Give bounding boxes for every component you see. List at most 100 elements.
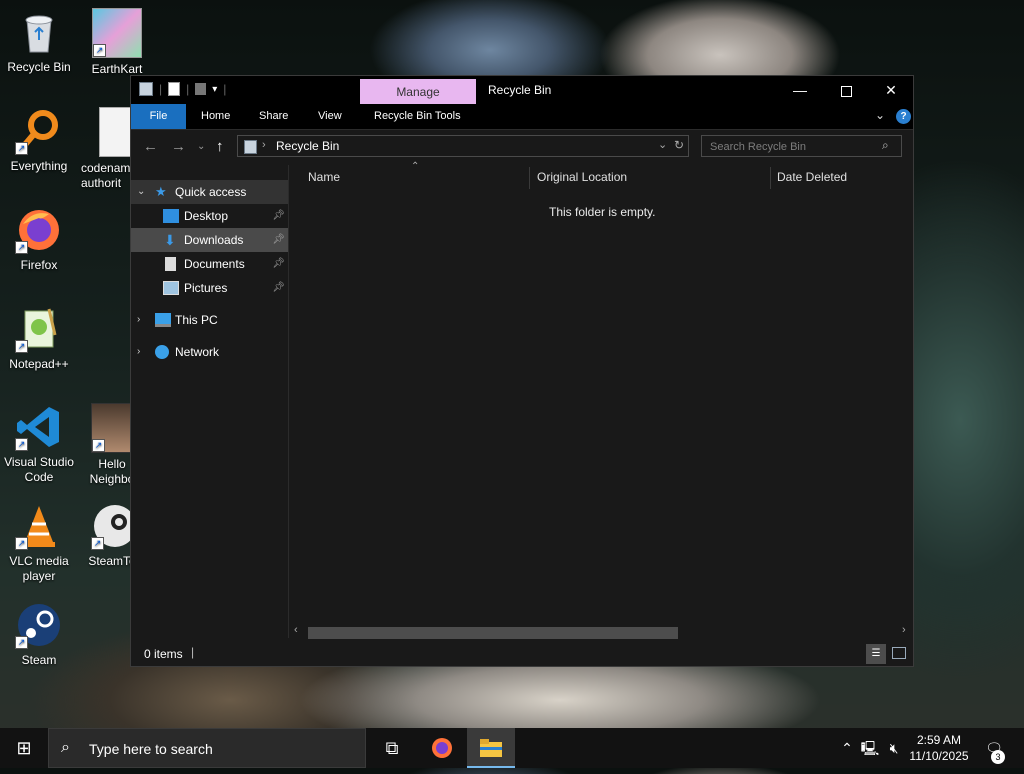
nav-this-pc[interactable]: › This PC bbox=[131, 308, 288, 332]
sort-ascending-icon: ⌃ bbox=[411, 161, 420, 172]
qat-separator: | bbox=[186, 82, 190, 96]
taskbar-file-explorer[interactable] bbox=[467, 728, 515, 768]
shortcut-arrow-icon: ↗ bbox=[15, 636, 28, 649]
expand-chevron-icon[interactable]: › bbox=[137, 308, 140, 332]
title-bar[interactable]: | | ▾ | Manage Recycle Bin — ✕ bbox=[131, 76, 914, 105]
taskbar-clock[interactable]: 2:59 AM 11/10/2025 bbox=[902, 732, 976, 764]
forward-arrow-icon[interactable]: → bbox=[171, 138, 186, 155]
scrollbar-thumb[interactable] bbox=[308, 627, 678, 639]
large-icons-view-icon[interactable] bbox=[892, 647, 906, 659]
desktop-icon-label: Visual Studio Code bbox=[4, 455, 74, 484]
tab-recycle-bin-tools[interactable]: Recycle Bin Tools bbox=[374, 104, 461, 129]
column-separator[interactable] bbox=[770, 167, 771, 189]
maximize-button[interactable] bbox=[823, 76, 869, 104]
status-bar: 0 items | ☰ bbox=[131, 642, 913, 666]
tab-file[interactable]: File bbox=[131, 104, 186, 129]
column-header-name[interactable]: Name bbox=[308, 165, 340, 190]
tab-share[interactable]: Share bbox=[259, 104, 288, 129]
qat-dropdown-icon[interactable]: ▾ bbox=[212, 84, 217, 95]
address-dropdown-icon[interactable]: ⌄ bbox=[658, 138, 667, 151]
desktop-icon-vscode[interactable]: ↗ Visual Studio Code bbox=[1, 403, 77, 485]
pin-icon[interactable]: 📌︎ bbox=[272, 228, 285, 252]
nav-label: Desktop bbox=[184, 209, 229, 223]
navigation-bar: ← → ⌄ ↑ › Recycle Bin ⌄ ↻ ⌕ bbox=[131, 130, 913, 162]
desktop-icon-vlc[interactable]: ↗ VLC media player bbox=[1, 502, 77, 584]
breadcrumb-recycle-bin[interactable]: Recycle Bin bbox=[276, 139, 339, 153]
tab-home[interactable]: Home bbox=[201, 104, 230, 129]
nav-label: Network bbox=[175, 345, 220, 359]
show-hidden-icons-button[interactable]: ⌃ bbox=[838, 728, 856, 768]
search-box[interactable]: ⌕ bbox=[701, 135, 902, 157]
desktop-icon-label: Everything bbox=[10, 159, 68, 173]
window-title: Recycle Bin bbox=[488, 83, 552, 97]
volume-tray-button[interactable]: 🔇︎ bbox=[884, 728, 904, 768]
task-view-button[interactable]: ⧉ bbox=[368, 728, 416, 768]
desktop-icon-everything[interactable]: ↗ Everything bbox=[1, 107, 77, 174]
column-separator[interactable] bbox=[529, 167, 530, 189]
refresh-icon[interactable]: ↻ bbox=[674, 138, 684, 152]
download-arrow-icon: ⬇ bbox=[164, 232, 176, 248]
item-count: 0 items bbox=[144, 647, 183, 661]
properties-icon[interactable] bbox=[168, 82, 181, 96]
ribbon-tabs: File Home Share View Recycle Bin Tools ⌄… bbox=[131, 104, 913, 130]
close-button[interactable]: ✕ bbox=[868, 76, 914, 104]
chevron-up-icon: ⌃ bbox=[841, 740, 853, 756]
search-icon: ⌕ bbox=[882, 138, 889, 152]
column-header-date-deleted[interactable]: Date Deleted bbox=[777, 165, 847, 190]
back-arrow-icon[interactable]: ← bbox=[143, 138, 158, 155]
desktop-icon-firefox[interactable]: ↗ Firefox bbox=[1, 206, 77, 273]
up-arrow-icon[interactable]: ↑ bbox=[216, 138, 224, 155]
tab-view[interactable]: View bbox=[318, 104, 342, 129]
recycle-bin-small-icon bbox=[139, 82, 153, 96]
desktop-icon-label: VLC media player bbox=[9, 554, 69, 583]
address-bar[interactable]: › Recycle Bin ⌄ ↻ bbox=[237, 135, 689, 157]
everything-search-icon: ↗ bbox=[15, 107, 63, 155]
pin-icon[interactable]: 📌︎ bbox=[272, 204, 285, 228]
clock-time: 2:59 AM bbox=[916, 733, 962, 747]
nav-quick-access[interactable]: ⌄ ★ Quick access bbox=[131, 180, 288, 204]
minimize-button[interactable]: — bbox=[777, 76, 823, 104]
desktop-icon-steam[interactable]: ↗ Steam bbox=[1, 601, 77, 668]
breadcrumb-chevron-icon[interactable]: › bbox=[262, 139, 266, 151]
star-icon: ★ bbox=[155, 184, 167, 199]
new-folder-icon[interactable] bbox=[195, 83, 207, 95]
nav-network[interactable]: › Network bbox=[131, 340, 288, 364]
expand-ribbon-icon[interactable]: ⌄ bbox=[875, 108, 885, 122]
recent-locations-chevron-icon[interactable]: ⌄ bbox=[197, 141, 205, 152]
desktop-icon-recycle-bin[interactable]: Recycle Bin bbox=[1, 8, 77, 75]
shortcut-arrow-icon: ↗ bbox=[15, 537, 28, 550]
network-tray-button[interactable]: 🖳︎ bbox=[860, 728, 880, 768]
horizontal-scrollbar[interactable]: ‹ › bbox=[289, 624, 913, 639]
nav-label: Quick access bbox=[175, 185, 247, 199]
nav-documents[interactable]: Documents 📌︎ bbox=[131, 252, 288, 276]
nav-pictures[interactable]: Pictures 📌︎ bbox=[131, 276, 288, 300]
desktop-folder-icon bbox=[163, 209, 179, 223]
shortcut-arrow-icon: ↗ bbox=[93, 44, 106, 57]
taskbar-firefox[interactable] bbox=[418, 728, 466, 768]
nav-desktop[interactable]: Desktop 📌︎ bbox=[131, 204, 288, 228]
recycle-bin-icon bbox=[15, 8, 63, 56]
column-header-original-location[interactable]: Original Location bbox=[537, 165, 627, 190]
nav-downloads[interactable]: ⬇ Downloads 📌︎ bbox=[131, 228, 288, 252]
file-explorer-folder-icon bbox=[480, 739, 502, 757]
scroll-left-icon[interactable]: ‹ bbox=[294, 624, 298, 636]
expand-chevron-icon[interactable]: › bbox=[137, 340, 140, 364]
firefox-icon bbox=[432, 738, 452, 758]
taskbar-search-box[interactable]: ⌕ Type here to search bbox=[48, 728, 366, 768]
minimize-icon: — bbox=[793, 82, 807, 98]
manage-contextual-tab[interactable]: Manage bbox=[360, 79, 476, 105]
vscode-icon: ↗ bbox=[15, 403, 63, 451]
shortcut-arrow-icon: ↗ bbox=[15, 142, 28, 155]
pin-icon[interactable]: 📌︎ bbox=[272, 276, 285, 300]
desktop-icon-label: Steam bbox=[21, 653, 57, 667]
expand-chevron-icon[interactable]: ⌄ bbox=[137, 180, 145, 204]
firefox-icon: ↗ bbox=[15, 206, 63, 254]
help-icon[interactable]: ? bbox=[896, 109, 911, 124]
search-input[interactable] bbox=[708, 138, 882, 156]
scroll-right-icon[interactable]: › bbox=[902, 624, 906, 636]
start-button[interactable]: ⊞ bbox=[0, 728, 48, 768]
desktop-icon-notepadpp[interactable]: ↗ Notepad++ bbox=[1, 305, 77, 372]
details-view-icon[interactable]: ☰ bbox=[866, 644, 886, 664]
pin-icon[interactable]: 📌︎ bbox=[272, 252, 285, 276]
desktop-icon-earthkart[interactable]: ↗ EarthKart bbox=[79, 8, 155, 77]
